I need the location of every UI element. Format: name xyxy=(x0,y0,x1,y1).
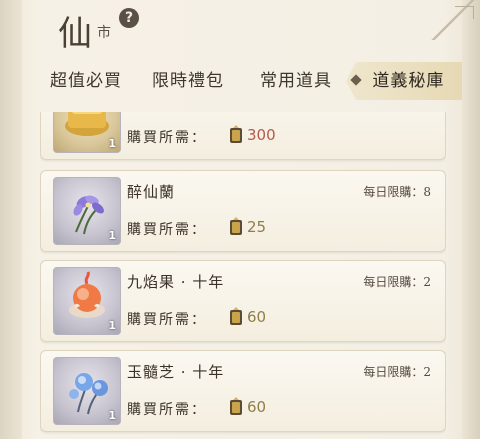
price-value: 60 xyxy=(247,308,267,326)
corner-ornament xyxy=(430,0,480,40)
daoyi-token-icon xyxy=(230,307,242,325)
diamond-icon xyxy=(350,73,362,86)
shop-title: 仙 xyxy=(58,14,94,54)
daoyi-token-icon xyxy=(230,397,242,415)
tab-label: 限時禮包 xyxy=(152,71,224,91)
purple-orchid-icon: 1 xyxy=(53,177,121,245)
tab-label: 超值必買 xyxy=(50,71,122,91)
flame-fruit-icon: 1 xyxy=(53,267,121,335)
blue-jade-lingzhi-icon: 1 xyxy=(53,357,121,425)
gold-treasure-icon: 1 xyxy=(53,112,121,153)
tab-value-deals[interactable]: 超值必買 xyxy=(50,62,122,100)
shop-header: 仙 市 ? xyxy=(48,0,428,54)
price-label: 購買所需： xyxy=(127,222,207,238)
price-value: 60 xyxy=(247,398,267,416)
item-name: 醉仙蘭 xyxy=(127,183,176,201)
daily-limit: 每日限購：2 xyxy=(363,365,431,379)
price-label: 購買所需： xyxy=(127,312,207,328)
shop-tabs: 超值必買 限時禮包 常用道具 道義秘庫 xyxy=(40,62,464,100)
tab-label: 常用道具 xyxy=(260,71,332,91)
item-name: 九焰果 · 十年 xyxy=(127,273,225,291)
item-quantity: 1 xyxy=(108,409,116,422)
item-quantity: 1 xyxy=(108,229,116,242)
shop-item-card[interactable]: 1 九焰果 · 十年 每日限購：2 購買所需： 60 xyxy=(40,260,446,342)
tab-limited-packs[interactable]: 限時禮包 xyxy=(152,62,224,100)
tab-label: 道義秘庫 xyxy=(372,71,445,91)
item-quantity: 1 xyxy=(108,137,116,150)
price-value: 25 xyxy=(247,218,267,236)
shop-item-card[interactable]: 1 醉仙蘭 每日限購：8 購買所需： 25 xyxy=(40,170,446,252)
tab-daoyi-vault[interactable]: 道義秘庫 xyxy=(346,62,462,100)
price-label: 購買所需： xyxy=(127,402,207,418)
item-quantity: 1 xyxy=(108,319,116,332)
tab-common-items[interactable]: 常用道具 xyxy=(260,62,332,100)
shop-subtitle: 市 xyxy=(97,25,111,41)
price-value: 300 xyxy=(247,126,276,144)
daoyi-token-icon xyxy=(230,217,242,235)
price-label: 購買所需： xyxy=(127,130,207,146)
item-name: 玉髓芝 · 十年 xyxy=(127,363,225,381)
question-circle-icon[interactable]: ? xyxy=(119,8,139,28)
shop-item-card[interactable]: 1 玉髓芝 · 十年 每日限購：2 購買所需： 60 xyxy=(40,350,446,432)
daoyi-token-icon xyxy=(230,125,242,143)
shop-item-card[interactable]: 1 購買所需： 300 xyxy=(40,112,446,160)
item-list[interactable]: 1 購買所需： 300 1 醉仙蘭 每日限購：8 購買所需： 25 1 九焰果 … xyxy=(40,112,446,439)
daily-limit: 每日限購：2 xyxy=(363,275,431,289)
daily-limit: 每日限購：8 xyxy=(363,185,431,199)
